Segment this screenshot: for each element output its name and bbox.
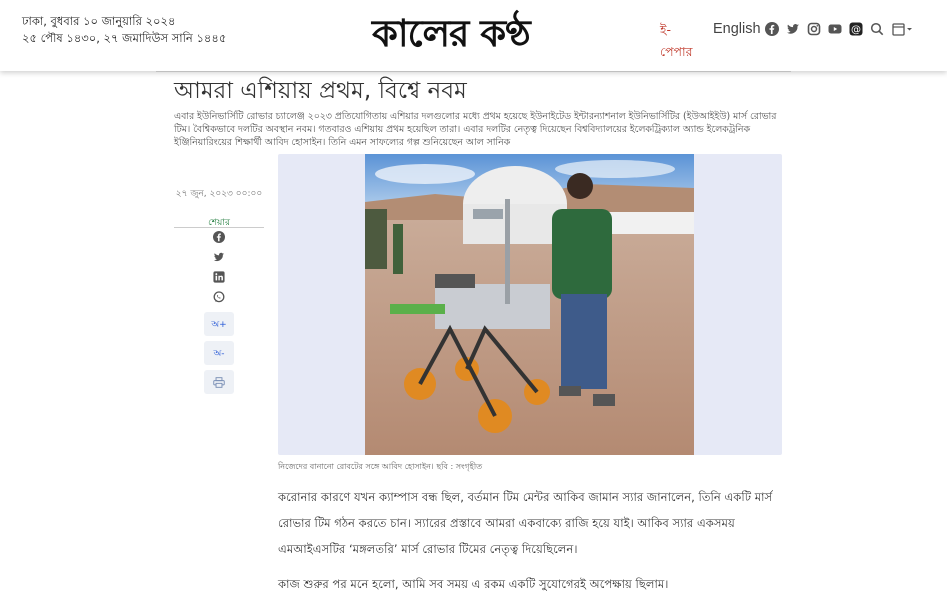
youtube-icon[interactable]	[828, 22, 842, 36]
twitter-icon[interactable]	[786, 22, 800, 36]
english-link[interactable]: English	[713, 21, 761, 37]
header-date: ঢাকা, বুধবার ১০ জানুয়ারি ২০২৪ ২৫ পৌষ ১৪…	[22, 13, 226, 47]
whatsapp-icon[interactable]	[212, 290, 226, 304]
facebook-icon[interactable]	[765, 22, 779, 36]
photo-caption: নিজেদের বানানো রোবটের সঙ্গে আবিদ হোসাইন।…	[278, 462, 483, 471]
article-paragraph: করোনার কারণে যখন ক্যাম্পাস বন্ধ ছিল, বর্…	[278, 490, 773, 556]
facebook-icon[interactable]	[212, 230, 226, 244]
threads-icon[interactable]: @	[849, 22, 863, 36]
twitter-icon[interactable]	[212, 250, 226, 264]
publish-date: ২৭ জুন, ২০২৩ ০০:০০	[175, 189, 263, 199]
article-lead: এবার ইউনিভার্সিটি রোভার চ্যালেঞ্জ ২০২৩ প…	[174, 111, 777, 148]
font-decrease-button[interactable]: অ-	[204, 341, 234, 365]
site-logo[interactable]: কালের কণ্ঠ	[372, 4, 531, 67]
article-paragraph: কাজ শুরুর পর মনে হলো, আমি সব সময় এ রকম …	[278, 577, 669, 591]
svg-text:@: @	[851, 25, 861, 36]
instagram-icon[interactable]	[807, 22, 821, 36]
print-button[interactable]	[204, 370, 234, 394]
epaper-link[interactable]: ই-পেপার	[660, 19, 700, 63]
search-icon[interactable]	[870, 22, 884, 36]
site-header: ঢাকা, বুধবার ১০ জানুয়ারি ২০২৪ ২৫ পৌষ ১৪…	[0, 0, 947, 71]
print-icon	[213, 376, 225, 388]
linkedin-icon[interactable]	[212, 270, 226, 284]
share-divider	[174, 227, 264, 228]
article-photo	[365, 154, 694, 455]
date-hijri-line: ২৫ পৌষ ১৪৩০, ২৭ জমাদিউস সানি ১৪৪৫	[22, 31, 227, 45]
calendar-icon[interactable]	[891, 22, 913, 36]
article-title: আমরা এশিয়ায় প্রথম, বিশ্বে নবম	[174, 78, 467, 104]
date-bangla-line: ঢাকা, বুধবার ১০ জানুয়ারি ২০২৪	[22, 14, 176, 28]
header-icons: @	[765, 22, 913, 36]
font-increase-button[interactable]: অ+	[204, 312, 234, 336]
